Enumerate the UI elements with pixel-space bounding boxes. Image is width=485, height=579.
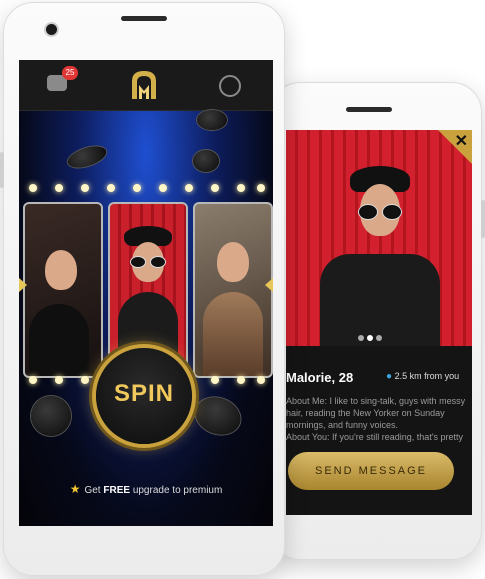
- carousel-dots[interactable]: [358, 328, 385, 346]
- torso: [203, 292, 263, 376]
- front-screen: 25 SPIN ★ Get FREE upgrade to premium: [19, 60, 273, 526]
- casino-chip: [193, 150, 219, 172]
- sunglasses: [358, 204, 404, 220]
- distance-label: ● 2.5 km from you: [386, 371, 459, 382]
- promo-prefix: Get: [84, 485, 101, 496]
- about-me: About Me: I like to sing-talk, guys with…: [286, 396, 466, 430]
- app-logo[interactable]: [129, 69, 159, 101]
- casino-chip: [197, 110, 227, 130]
- star-icon: ★: [69, 482, 81, 496]
- promo-suffix: upgrade to premium: [132, 485, 223, 496]
- reel-left-arrow-icon: [19, 278, 27, 292]
- profile-photo[interactable]: ✕: [286, 130, 472, 346]
- front-camera: [46, 24, 57, 35]
- speaker: [346, 107, 392, 112]
- top-bar: 25: [19, 60, 273, 111]
- location-pin-icon: ●: [386, 371, 393, 382]
- spin-button[interactable]: SPIN: [96, 348, 192, 444]
- torso: [29, 304, 89, 376]
- carousel-dot-active[interactable]: [367, 335, 373, 341]
- close-icon[interactable]: ✕: [455, 131, 468, 151]
- premium-promo[interactable]: ★ Get FREE upgrade to premium: [19, 482, 273, 496]
- notification-badge: 25: [62, 66, 78, 80]
- side-button: [0, 152, 4, 188]
- about-you: About You: If you're still reading, that…: [286, 432, 464, 442]
- casino-chip: [190, 391, 246, 441]
- profile-name: Malorie, 28: [286, 370, 354, 385]
- sunglasses: [130, 256, 166, 268]
- promo-free: FREE: [103, 485, 131, 496]
- back-screen: ✕ Malorie, 28 ● 2.5 km from you About Me…: [286, 130, 472, 515]
- send-message-button[interactable]: SEND MESSAGE: [288, 452, 454, 490]
- reel-right-arrow-icon: [265, 278, 273, 292]
- profile-bio: About Me: I like to sing-talk, guys with…: [286, 395, 466, 443]
- face: [45, 250, 77, 290]
- distance-text: 2.5 km from you: [394, 371, 460, 381]
- casino-chip: [65, 142, 109, 172]
- slot-reel-3: [193, 202, 273, 378]
- carousel-dot[interactable]: [376, 335, 382, 341]
- slot-reel-1: [23, 202, 103, 378]
- user-icon[interactable]: [219, 75, 241, 97]
- face: [217, 242, 249, 282]
- speaker: [121, 16, 167, 21]
- casino-chip: [31, 396, 71, 436]
- carousel-dot[interactable]: [358, 335, 364, 341]
- side-button: [481, 200, 485, 238]
- spin-label: SPIN: [113, 380, 174, 407]
- marquee-lights-top: [29, 184, 265, 194]
